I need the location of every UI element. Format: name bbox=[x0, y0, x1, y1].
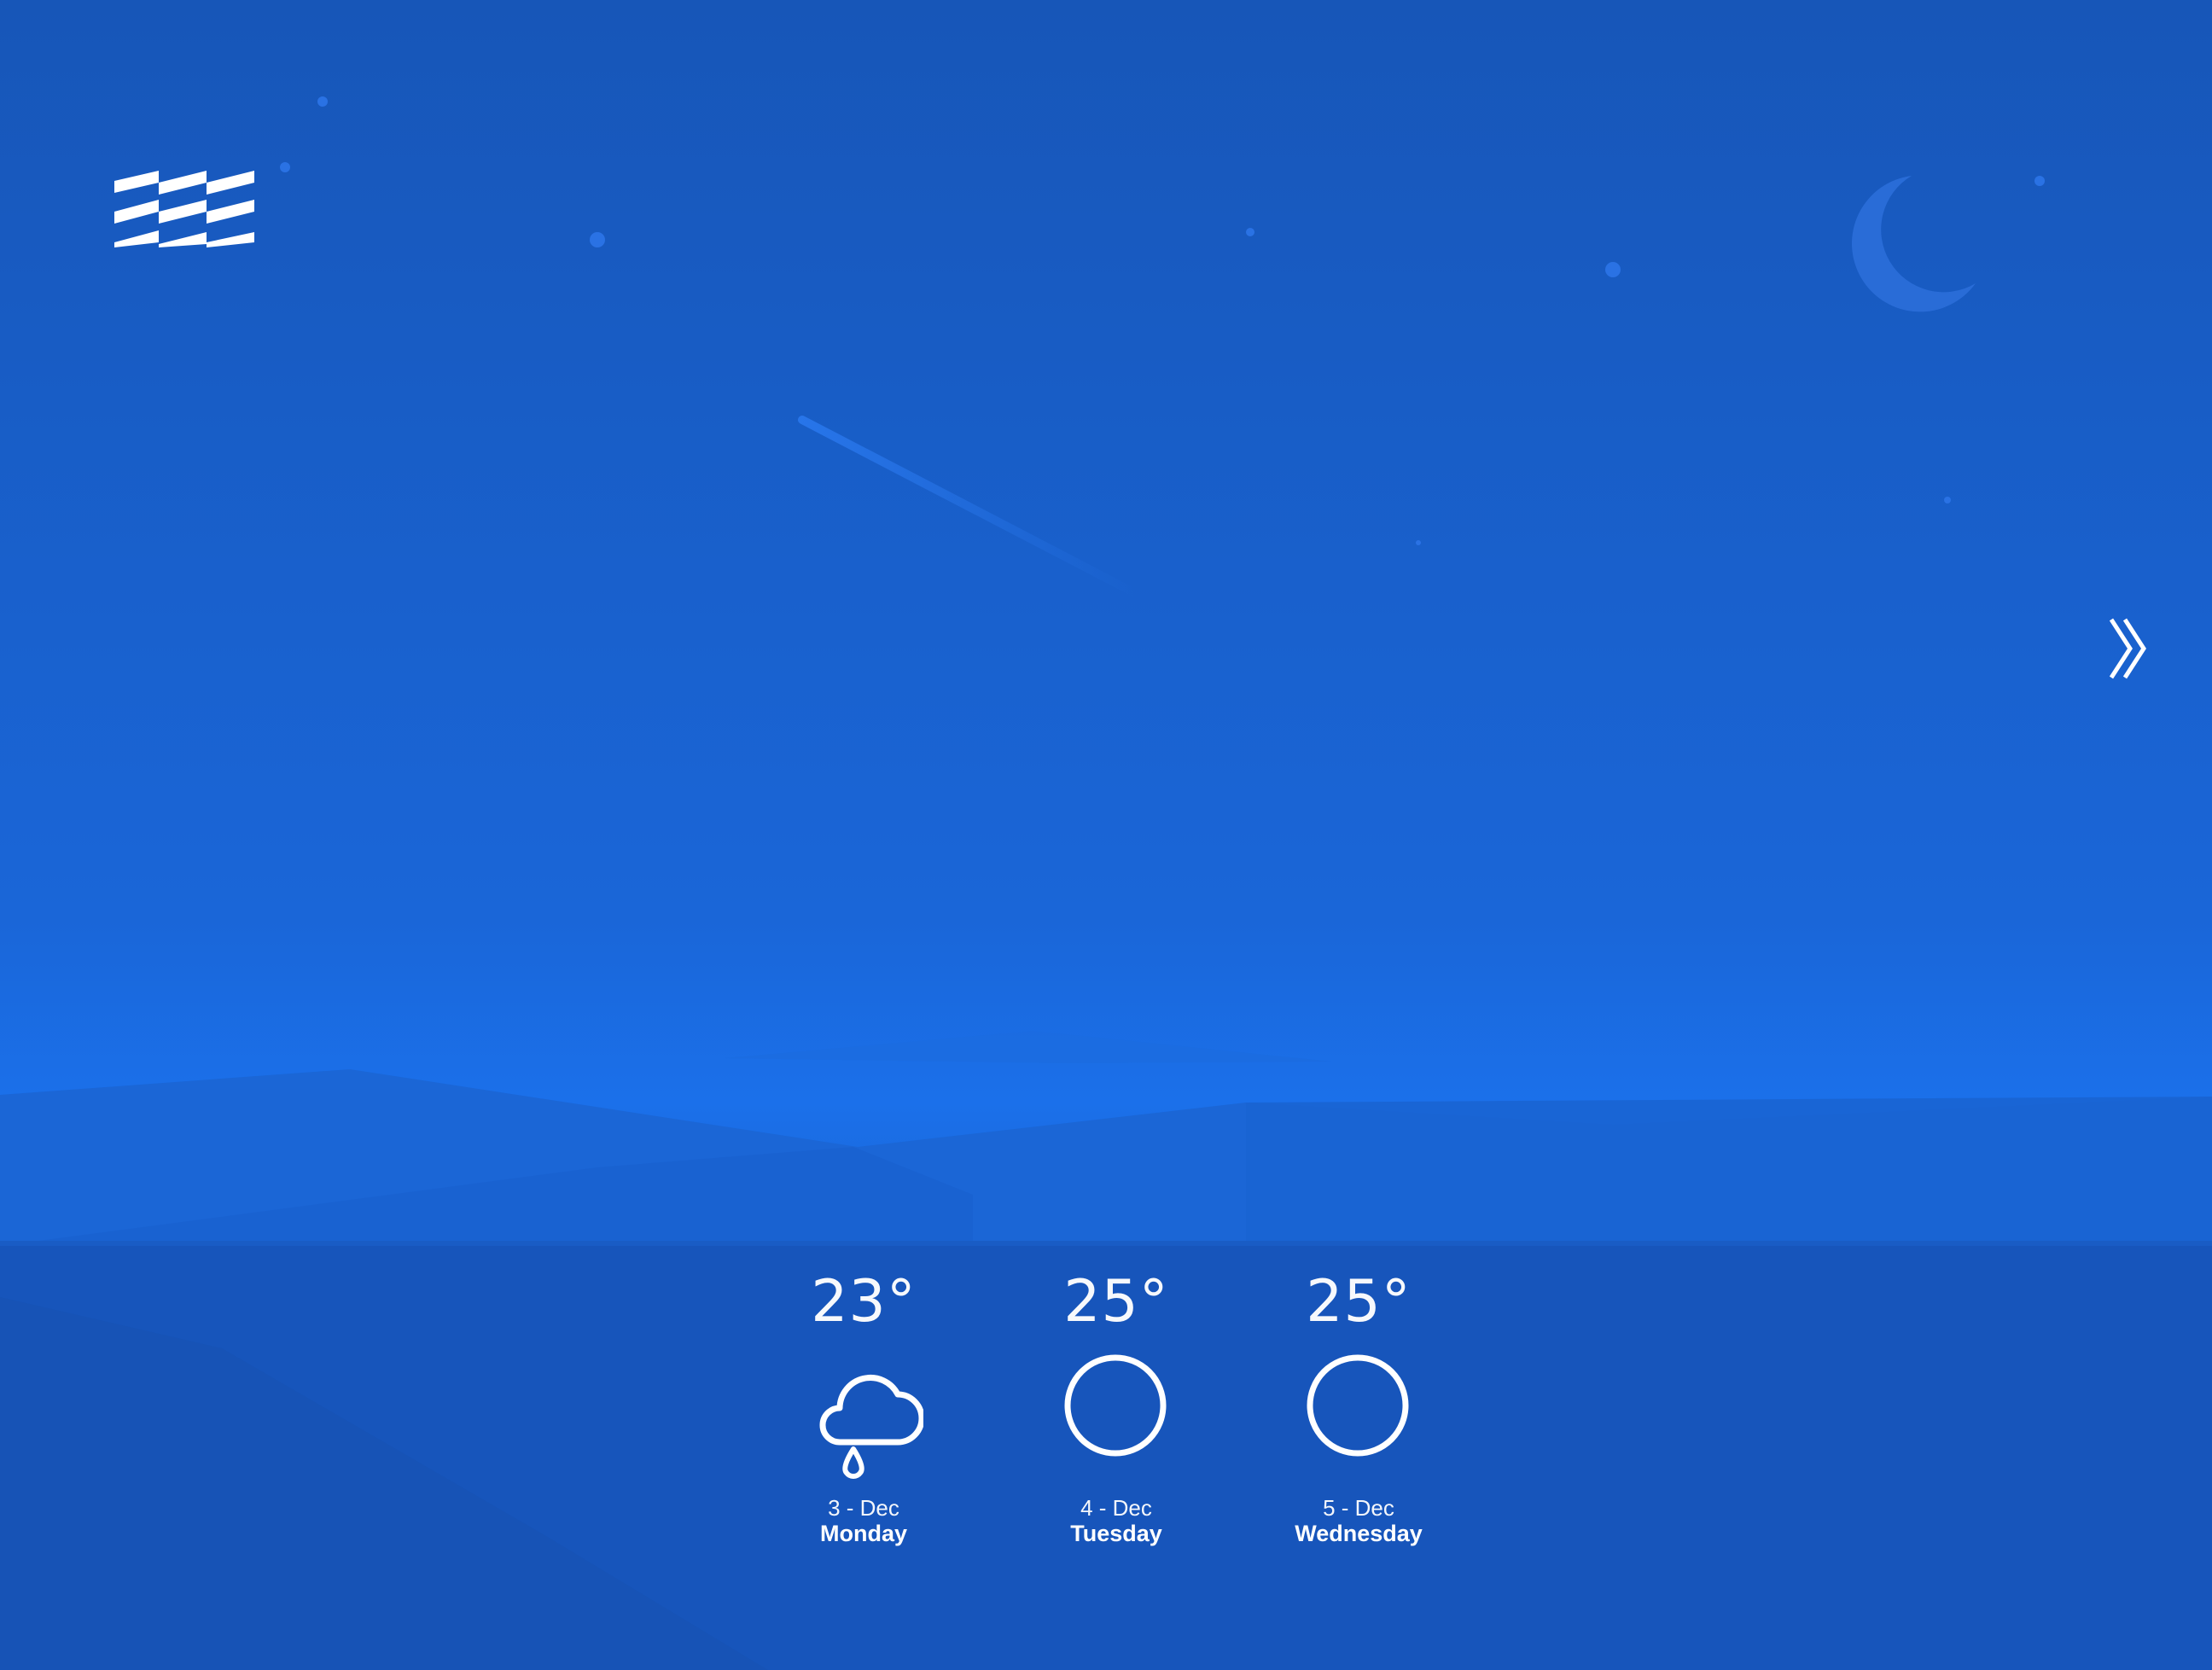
temperature: 25° bbox=[1063, 1268, 1169, 1335]
forecast-day[interactable]: 23° 3 - Dec Monday bbox=[770, 1261, 958, 1551]
forecast-day-name: Monday bbox=[819, 1521, 907, 1546]
weather-app: 23° 3 - Dec Monday 25° 4 - Dec Tuesday 2… bbox=[0, 0, 2212, 1670]
stars bbox=[280, 96, 2045, 545]
forecast-day[interactable]: 25° 4 - Dec Tuesday bbox=[1022, 1261, 1210, 1551]
forecast-date: 4 - Dec bbox=[1080, 1495, 1152, 1521]
double-chevron-right-icon[interactable] bbox=[2106, 616, 2151, 681]
hills bbox=[0, 1031, 2212, 1246]
striped-flag-logo-icon bbox=[114, 171, 254, 247]
temperature: 25° bbox=[1306, 1268, 1412, 1335]
forecast-date: 5 - Dec bbox=[1323, 1495, 1394, 1521]
temperature: 23° bbox=[811, 1268, 917, 1335]
forecast-day-name: Tuesday bbox=[1070, 1521, 1162, 1546]
sun-circle-icon bbox=[1307, 1354, 1409, 1457]
forecast-date: 3 - Dec bbox=[828, 1495, 899, 1521]
crescent-moon-icon bbox=[1851, 176, 1976, 312]
rain-cloud-icon bbox=[819, 1375, 923, 1479]
forecast-day[interactable]: 25° 5 - Dec Wednesday bbox=[1265, 1261, 1452, 1551]
sun-circle-icon bbox=[1064, 1354, 1167, 1457]
forecast-day-name: Wednesday bbox=[1295, 1521, 1423, 1546]
shooting-star-icon bbox=[798, 416, 1139, 597]
